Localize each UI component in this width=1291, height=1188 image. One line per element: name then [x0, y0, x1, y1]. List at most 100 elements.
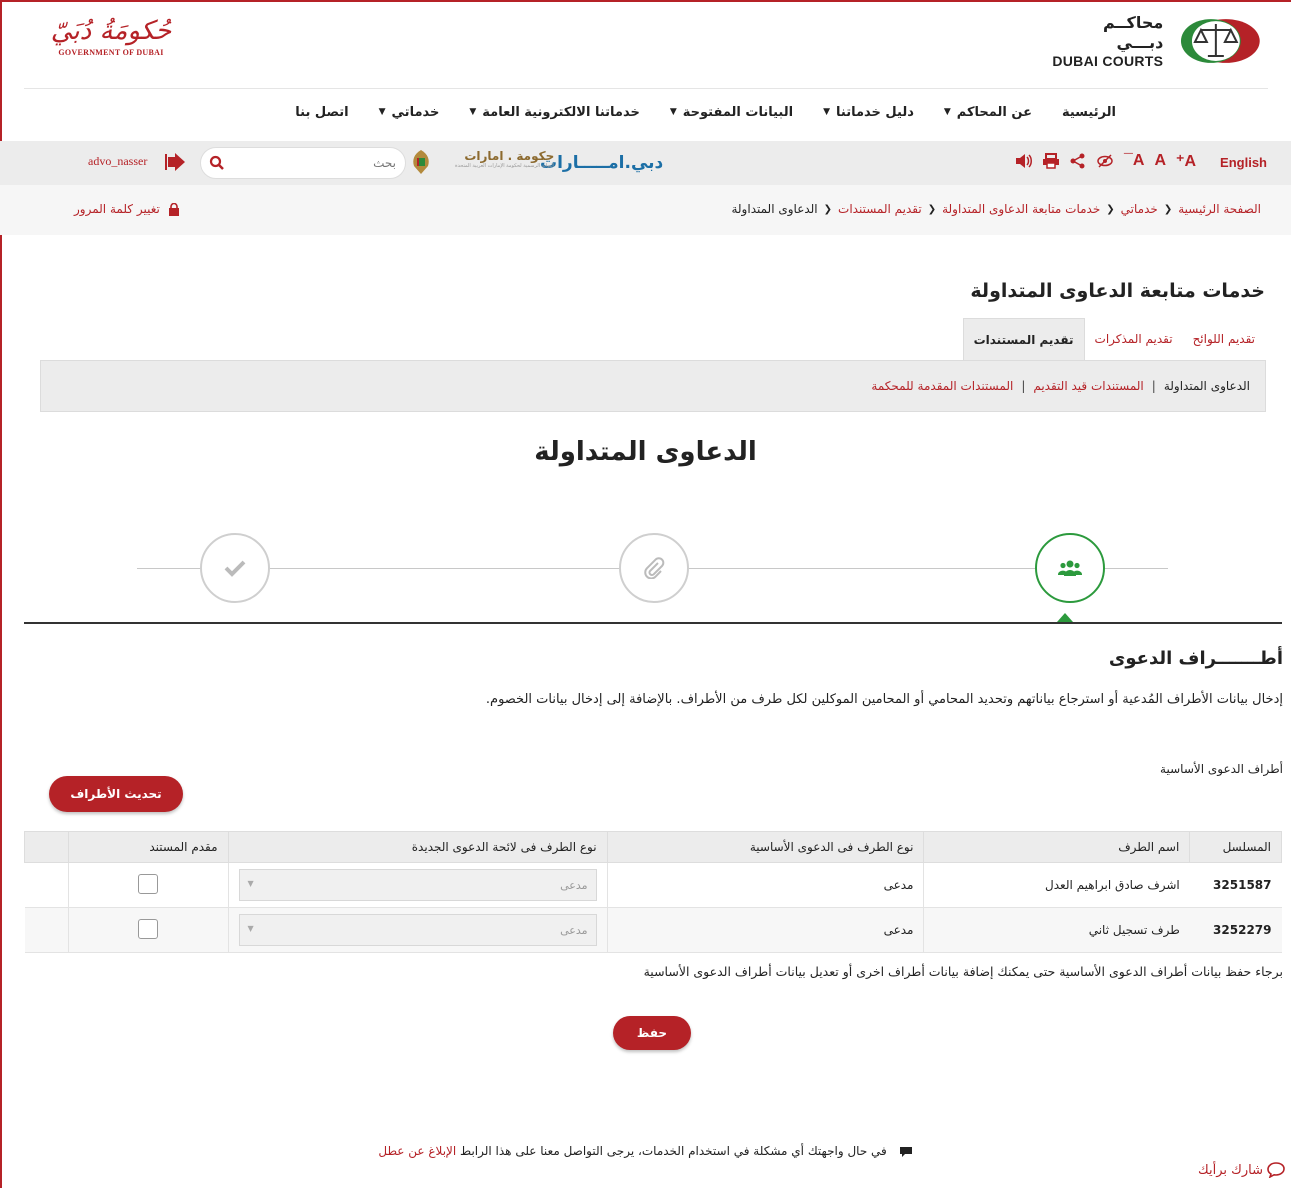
main-parties-label: أطراف الدعوى الأساسية: [1160, 762, 1283, 776]
header-divider: [24, 88, 1268, 89]
caret-down-icon: ▼: [378, 107, 386, 117]
refresh-parties-button[interactable]: تحديث الأطراف: [49, 776, 183, 812]
lock-icon: [168, 202, 179, 216]
font-increase-icon[interactable]: ⁺A: [1176, 151, 1196, 171]
chat-bubble-icon: [899, 1146, 912, 1157]
support-note: في حال واجهتك أي مشكلة في استخدام الخدما…: [0, 1144, 1291, 1158]
dubai-ae-brand[interactable]: دبي.امـــــارات: [540, 153, 663, 173]
search-icon[interactable]: [209, 155, 225, 171]
cell-extra: [24, 862, 69, 908]
speech-bubble-icon: [1267, 1162, 1285, 1178]
table-row: 3252279 طرف تسجيل ثاني مدعى مدعى ▼: [24, 907, 1282, 953]
case-parties-title: أطـــــــراف الدعوى: [1108, 648, 1283, 669]
font-decrease-icon[interactable]: ¯A: [1124, 152, 1144, 170]
cell-new-party-type: مدعى ▼: [227, 862, 608, 908]
case-parties-description: إدخال بيانات الأطراف المُدعية أو استرجاع…: [485, 692, 1283, 707]
top-header: حُكومَةُ دُبَيّ GOVERNMENT OF DUBAI محاك…: [0, 0, 1291, 88]
wizard-stepper: [0, 520, 1291, 630]
font-reset-icon[interactable]: A: [1154, 152, 1166, 170]
share-icon[interactable]: [1070, 153, 1086, 169]
speaker-icon[interactable]: [1014, 153, 1033, 169]
cell-submitter: [67, 862, 229, 908]
select-value: مدعى: [560, 878, 588, 892]
nav-item-my-services[interactable]: خدماتي ▼: [379, 105, 440, 120]
change-password-link[interactable]: تغيير كلمة المرور: [74, 202, 180, 216]
uae-emblem-icon: [413, 150, 429, 174]
cell-party-type: مدعى: [606, 907, 924, 953]
subtab-pending-documents[interactable]: المستندات قيد التقديم: [1033, 379, 1143, 393]
scales-emblem-icon: [1181, 19, 1261, 63]
cell-extra: [24, 907, 69, 953]
caret-down-icon: ▼: [469, 107, 477, 117]
breadcrumb-my-services[interactable]: خدماتي: [1121, 202, 1158, 216]
main-navigation: الرئيسية عن المحاكم ▼ دليل خدماتنا ▼ البيا…: [0, 92, 1291, 132]
subtab-ongoing-cases[interactable]: الدعاوى المتداولة: [1164, 379, 1250, 393]
cell-new-party-type: مدعى ▼: [227, 907, 608, 953]
table-row: 3251587 اشرف صادق ابراهيم العدل مدعى مدع…: [24, 862, 1282, 908]
print-icon[interactable]: [1042, 153, 1060, 169]
submitter-checkbox[interactable]: [138, 918, 159, 939]
nav-item-open-data[interactable]: البيانات المفتوحة ▼: [670, 105, 793, 120]
cell-serial: 3251587: [1189, 862, 1282, 908]
users-icon: [1058, 560, 1082, 576]
stepper-baseline: [24, 622, 1282, 624]
nav-item-contact-us[interactable]: اتصل بنا: [295, 105, 348, 120]
party-type-select[interactable]: مدعى ▼: [238, 914, 597, 946]
service-tabs: تقديم اللوائح تقديم المذكرات تقديم المست…: [962, 318, 1265, 360]
tab-submit-pleadings[interactable]: تقديم اللوائح: [1183, 318, 1265, 360]
breadcrumb-bar: الصفحة الرئيسية ❮ خدماتي ❮ خدمات متابعة …: [0, 185, 1291, 235]
party-type-select[interactable]: مدعى ▼: [238, 869, 597, 901]
step-confirm[interactable]: [200, 533, 270, 603]
report-issue-link[interactable]: الإبلاغ عن عطل: [378, 1144, 456, 1158]
username-label[interactable]: advo_nasser: [88, 154, 147, 169]
nav-item-home[interactable]: الرئيسية: [1062, 105, 1116, 120]
language-switch-english[interactable]: English: [1220, 155, 1267, 170]
caret-down-icon: ▼: [823, 107, 830, 117]
caret-down-icon: ▼: [669, 107, 677, 117]
government-of-dubai-logo[interactable]: حُكومَةُ دُبَيّ GOVERNMENT OF DUBAI: [46, 14, 176, 64]
subtab-submitted-documents[interactable]: المستندات المقدمة للمحكمة: [871, 379, 1013, 393]
logout-icon[interactable]: [165, 152, 187, 172]
breadcrumb-submit-documents[interactable]: تقديم المستندات: [838, 202, 922, 216]
step-case-parties[interactable]: [1035, 533, 1105, 603]
tab-submit-memos[interactable]: تقديم المذكرات: [1085, 318, 1183, 360]
u-ae-brand[interactable]: حكومة . امارات البوابة الرسمية لحكومة ال…: [455, 149, 554, 169]
parties-table: المسلسل اسم الطرف نوع الطرف فى الدعوى ال…: [24, 831, 1282, 953]
breadcrumb-home[interactable]: الصفحة الرئيسية: [1178, 202, 1261, 216]
column-party-type-new: نوع الطرف فى لائحة الدعوى الجديدة: [227, 831, 608, 863]
document-subtabs: الدعاوى المتداولة | المستندات قيد التقدي…: [40, 360, 1266, 412]
tab-submit-documents[interactable]: تقديم المستندات: [962, 318, 1085, 360]
nav-item-about-courts[interactable]: عن المحاكم ▼: [944, 105, 1032, 120]
submitter-checkbox[interactable]: [138, 873, 159, 894]
cell-submitter: [67, 907, 229, 953]
subtab-separator: |: [1021, 379, 1026, 393]
gov-logo-english: GOVERNMENT OF DUBAI: [58, 48, 164, 57]
subtab-separator: |: [1151, 379, 1156, 393]
paperclip-icon: [644, 557, 665, 579]
contrast-eye-icon[interactable]: [1096, 153, 1114, 169]
courts-logo-arabic: محاكــم دبـــي: [1103, 13, 1164, 52]
breadcrumb-current: الدعاوى المتداولة: [731, 202, 818, 216]
section-title: خدمات متابعة الدعاوى المتداولة: [970, 280, 1265, 302]
utility-toolbar: English ¯A A ⁺A دبي.امـــــارات حكومة . …: [0, 141, 1291, 185]
check-icon: [224, 560, 246, 577]
gov-logo-arabic: حُكومَةُ دُبَيّ: [50, 16, 172, 46]
search-input[interactable]: [231, 154, 396, 172]
column-document-submitter: مقدم المستند: [67, 831, 229, 863]
save-button[interactable]: حفظ: [613, 1016, 691, 1050]
nav-item-public-eservices[interactable]: خدماتنا الالكترونية العامة ▼: [469, 105, 639, 120]
chevron-left-icon: ❮: [823, 203, 833, 215]
cell-party-name: اشرف صادق ابراهيم العدل: [923, 862, 1190, 908]
breadcrumb-case-followup[interactable]: خدمات متابعة الدعاوى المتداولة: [942, 202, 1100, 216]
chevron-left-icon: ❮: [1163, 203, 1173, 215]
chevron-down-icon: ▼: [247, 879, 254, 888]
nav-item-services-guide[interactable]: دليل خدماتنا ▼: [823, 105, 914, 120]
select-value: مدعى: [560, 923, 588, 937]
dubai-courts-logo[interactable]: محاكــم دبـــي DUBAI COURTS: [1051, 13, 1261, 69]
breadcrumb: الصفحة الرئيسية ❮ خدماتي ❮ خدمات متابعة …: [731, 202, 1261, 216]
column-party-name: اسم الطرف: [923, 831, 1191, 863]
active-step-pointer: [1057, 613, 1073, 622]
step-attachments[interactable]: [619, 533, 689, 603]
feedback-link[interactable]: شارك برأيك: [1198, 1162, 1285, 1178]
chevron-down-icon: ▼: [247, 924, 254, 933]
